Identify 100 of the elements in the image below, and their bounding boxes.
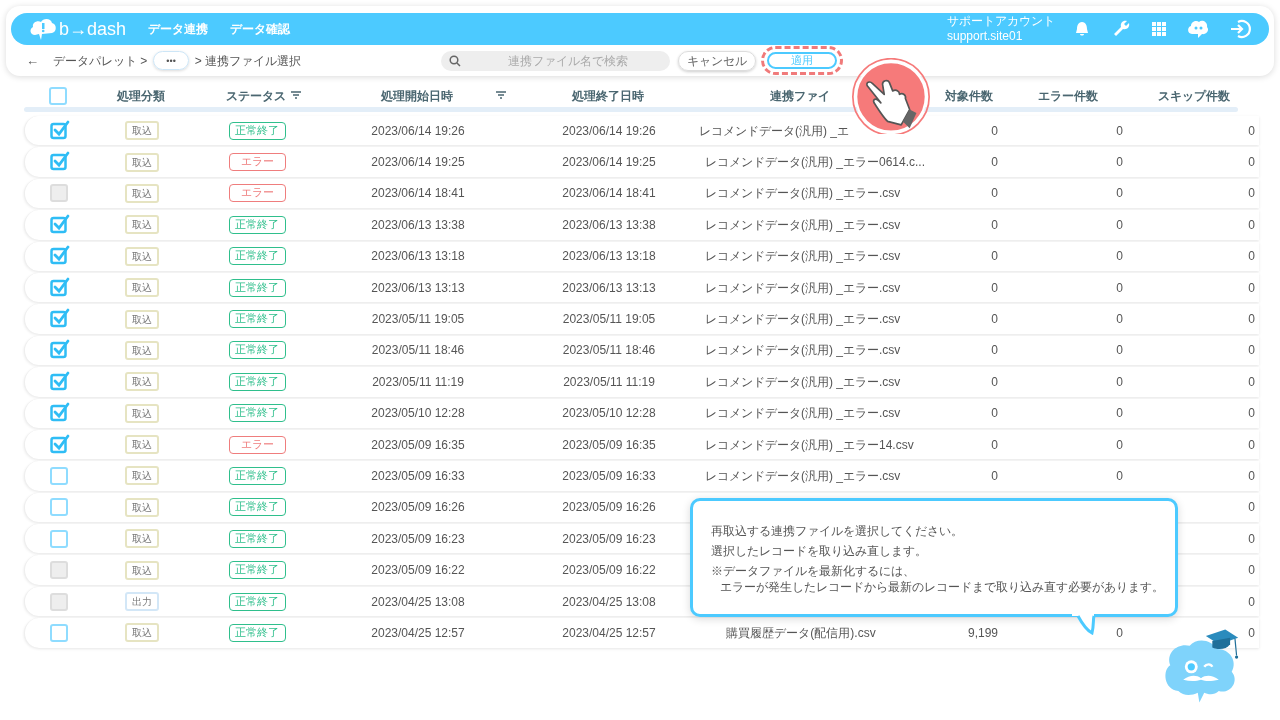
table-cell: 0	[991, 469, 998, 483]
logout-icon[interactable]	[1229, 19, 1251, 39]
table-row[interactable]: 取込 正常終了 2023/05/11 18:46 2023/05/11 18:46 レコメンドデータ(汎用) _エラー.csv 0 0 0	[24, 335, 1259, 366]
table-row[interactable]: 取込 エラー 2023/06/14 19:25 2023/06/14 19:25 レコメンドデータ(汎用) _エラー0614.c... 0 0 0	[24, 147, 1259, 177]
column-header[interactable]: ステータス	[226, 87, 286, 105]
table-cell: 0	[1116, 469, 1123, 483]
table-cell: 2023/05/11 18:46	[562, 343, 656, 358]
table-cell: 0	[1248, 469, 1255, 483]
grid-icon[interactable]	[1151, 21, 1167, 37]
table-cell: 0	[1248, 280, 1255, 295]
table-row[interactable]: 取込 正常終了 2023/05/11 11:19 2023/05/11 11:19 レコメンドデータ(汎用) _エラー.csv 0 0 0	[24, 367, 1259, 397]
checkbox[interactable]	[50, 247, 68, 266]
table-cell: 0	[1248, 374, 1255, 389]
tooltip-text: 再取込する連携ファイルを選択してください。	[711, 523, 964, 540]
category-tag: 取込	[125, 309, 159, 329]
checkbox[interactable]	[50, 372, 68, 391]
column-header[interactable]: 対象件数	[945, 87, 993, 105]
category-tag: 取込	[125, 403, 159, 423]
column-header[interactable]: 連携ファイ	[770, 87, 830, 105]
table-cell: レコメンドデータ(汎用) _エラー.csv	[705, 186, 901, 201]
column-header[interactable]: スキップ件数	[1158, 87, 1230, 105]
table-cell: 0	[1248, 155, 1255, 170]
checkbox[interactable]	[50, 467, 68, 485]
table-row[interactable]: 取込 正常終了 2023/05/11 19:05 2023/05/11 19:05 レコメンドデータ(汎用) _エラー.csv 0 0 0	[24, 304, 1259, 334]
scrollbar[interactable]	[24, 107, 1238, 112]
table-cell: レコメンドデータ(汎用) _エラー.csv	[705, 312, 901, 327]
category-tag: 取込	[125, 497, 159, 517]
checkbox[interactable]	[50, 623, 68, 642]
checkbox[interactable]	[50, 278, 68, 297]
table-cell: 0	[1248, 563, 1255, 578]
select-all-checkbox[interactable]	[49, 87, 67, 105]
table-cell: 0	[1248, 625, 1255, 640]
category-tag: 取込	[125, 278, 159, 298]
table-cell: レコメンドデータ(汎用) _エラー.csv	[705, 343, 901, 358]
table-cell: 0	[1116, 437, 1123, 452]
category-tag: 取込	[125, 560, 159, 580]
status-tag: 正常終了	[228, 215, 286, 234]
table-cell: 0	[1248, 406, 1255, 421]
checkbox[interactable]	[50, 404, 68, 423]
table-cell: 0	[1116, 186, 1123, 201]
table-cell: 購買履歴データ(配信用).csv	[726, 625, 876, 640]
table-cell: 2023/05/09 16:33	[371, 469, 465, 483]
table-row[interactable]: 取込 正常終了 2023/06/14 19:26 2023/06/14 19:26 レコメンドデータ(汎用) _エ 0 0 0	[24, 116, 1259, 146]
table-cell: レコメンドデータ(汎用) _エラー.csv	[705, 249, 901, 264]
filter-icon[interactable]	[290, 90, 302, 100]
table-row[interactable]: 取込 正常終了 2023/05/09 16:33 2023/05/09 16:33 レコメンドデータ(汎用) _エラー.csv 0 0 0	[24, 461, 1259, 491]
checkbox[interactable]	[50, 341, 68, 360]
status-tag: 正常終了	[228, 561, 286, 580]
category-tag: 取込	[125, 529, 159, 549]
checkbox[interactable]	[50, 153, 68, 172]
table-cell: 0	[1116, 343, 1123, 358]
checkbox[interactable]	[50, 529, 68, 548]
status-tag: 正常終了	[228, 404, 286, 423]
table-cell: 2023/05/09 16:22	[562, 563, 656, 578]
table-cell: レコメンドデータ(汎用) _エラー.csv	[705, 280, 901, 295]
table-row[interactable]: 取込 正常終了 2023/06/13 13:13 2023/06/13 13:13 レコメンドデータ(汎用) _エラー.csv 0 0 0	[24, 272, 1259, 303]
table-cell: 2023/05/09 16:23	[562, 531, 656, 546]
table-row[interactable]: 取込 正常終了 2023/06/13 13:18 2023/06/13 13:18 レコメンドデータ(汎用) _エラー.csv 0 0 0	[24, 241, 1259, 271]
table-row[interactable]: 取込 正常終了 2023/06/13 13:38 2023/06/13 13:38 レコメンドデータ(汎用) _エラー.csv 0 0 0	[24, 210, 1259, 240]
table-cell: 2023/06/13 13:13	[562, 280, 656, 295]
table-cell: 2023/05/09 16:33	[562, 469, 656, 483]
mascot-icon[interactable]	[1187, 19, 1209, 39]
back-button[interactable]: ←	[26, 50, 39, 71]
table-cell: 0	[991, 280, 998, 295]
category-tag: 出力	[125, 592, 159, 612]
table-cell: 2023/05/10 12:28	[562, 406, 656, 421]
table-cell: 0	[1248, 312, 1255, 327]
table-cell: 0	[991, 186, 998, 201]
breadcrumb-link[interactable]: データパレット >	[53, 51, 148, 70]
checkbox[interactable]	[50, 498, 68, 517]
column-header[interactable]: 処理開始日時	[381, 87, 453, 105]
checkbox[interactable]	[50, 121, 68, 140]
table-cell: レコメンドデータ(汎用) _エラー14.csv	[705, 437, 914, 452]
column-header[interactable]: 処理分類	[117, 87, 165, 105]
table-cell: 0	[991, 312, 998, 327]
table-cell: 2023/05/11 19:05	[562, 312, 656, 327]
column-header[interactable]: 処理終了日時	[572, 87, 644, 105]
table-cell: レコメンドデータ(汎用) _エ	[699, 123, 849, 138]
table-cell: 2023/06/14 19:25	[562, 155, 656, 170]
table-row[interactable]: 取込 正常終了 2023/05/10 12:28 2023/05/10 12:28 レコメンドデータ(汎用) _エラー.csv 0 0 0	[24, 398, 1259, 428]
search-icon	[449, 54, 462, 67]
category-tag: 取込	[125, 121, 159, 141]
table-cell: 2023/06/13 13:38	[562, 217, 656, 232]
table-cell: 0	[991, 155, 998, 170]
bell-icon[interactable]	[1073, 20, 1091, 38]
table-cell: 0	[1116, 280, 1123, 295]
logo-text: b→dash	[59, 17, 127, 41]
table-cell: 0	[991, 217, 998, 232]
table-row[interactable]: 取込 エラー 2023/05/09 16:35 2023/05/09 16:35 レコメンドデータ(汎用) _エラー14.csv 0 0 0	[24, 429, 1259, 460]
checkbox[interactable]	[50, 435, 68, 454]
status-tag: 正常終了	[228, 623, 286, 642]
table-cell: 2023/06/13 13:18	[562, 249, 656, 264]
status-tag: 正常終了	[228, 372, 286, 391]
status-tag: 正常終了	[228, 529, 286, 548]
filter-icon[interactable]	[495, 90, 507, 100]
table-cell: 0	[1248, 343, 1255, 358]
search-field[interactable]: 連携ファイル名で検索	[441, 50, 671, 71]
column-header[interactable]: エラー件数	[1037, 87, 1098, 105]
checkbox[interactable]	[50, 310, 68, 329]
checkbox[interactable]	[50, 215, 68, 234]
